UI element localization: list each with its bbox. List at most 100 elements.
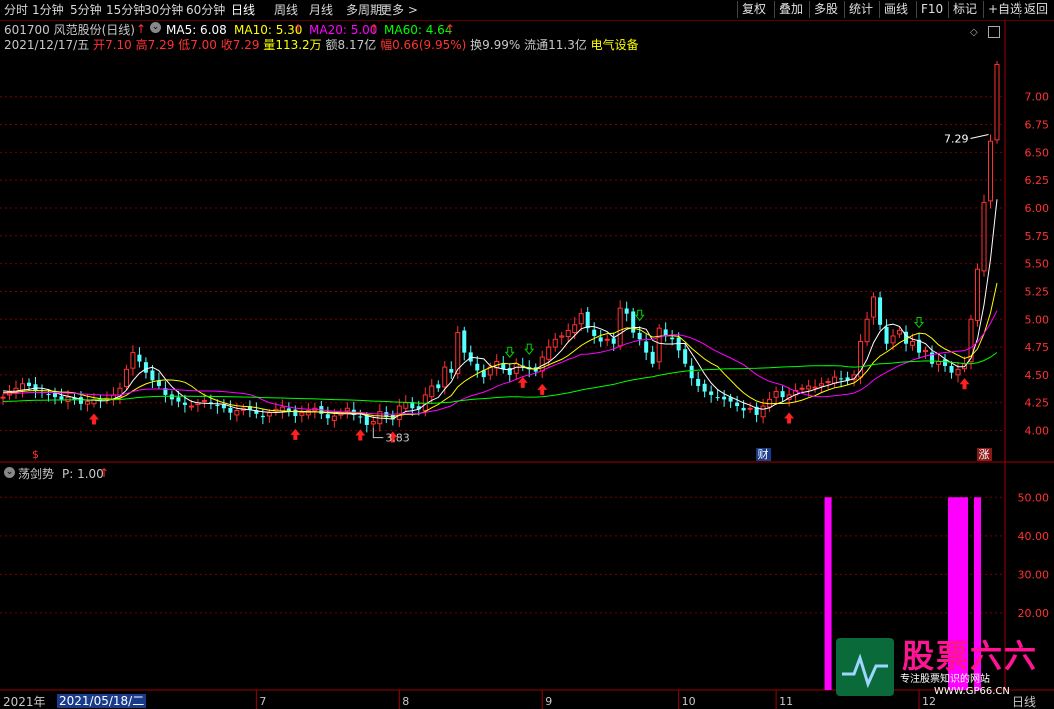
candle-body-62 [403, 402, 409, 409]
price-tick-12: 7.00 [1025, 91, 1050, 104]
logo-icon [836, 638, 894, 696]
candle-body-20 [130, 352, 136, 369]
candle-body-117 [760, 405, 766, 418]
candle-body-53 [344, 407, 350, 412]
candle-body-79 [513, 363, 519, 374]
candle-body-103 [670, 337, 675, 340]
price-tick-9: 6.25 [1025, 174, 1050, 187]
candle-body-124 [806, 385, 812, 390]
candle-body-8 [52, 393, 57, 398]
candle-body-65 [422, 394, 428, 412]
event-marker-1: 财 [758, 447, 769, 461]
price-tick-11: 6.75 [1025, 119, 1050, 132]
candle-body-109 [709, 391, 714, 395]
low-annotation-label: 3.83 [385, 432, 410, 445]
candle-body-66 [429, 385, 435, 398]
candle-body-95 [617, 307, 623, 347]
candle-body-111 [722, 396, 727, 400]
price-tick-0: 4.00 [1025, 425, 1050, 438]
candle-body-13 [84, 401, 90, 405]
candle-body-147 [955, 368, 961, 376]
candle-body-71 [462, 330, 467, 353]
candle-body-86 [559, 335, 565, 338]
candle-body-56 [364, 415, 369, 425]
low-annotation-line [372, 427, 384, 439]
candle-body-68 [442, 366, 448, 388]
watermark-url: WWW.GP66.CN [934, 686, 1010, 697]
candle-body-69 [449, 369, 454, 373]
price-tick-5: 5.25 [1025, 285, 1050, 298]
candle-body-107 [696, 378, 701, 387]
candle-body-101 [656, 327, 662, 363]
high-annotation-line [970, 133, 989, 139]
candle-body-120 [780, 391, 785, 398]
candle-body-3 [19, 383, 26, 391]
candle-body-90 [585, 311, 590, 329]
buy-arrow-icon-0 [88, 413, 99, 425]
buy-arrow-icon-6 [784, 412, 795, 424]
candle-body-21 [137, 354, 142, 362]
candle-body-55 [358, 416, 363, 418]
candle-body-137 [890, 335, 896, 344]
candle-body-10 [65, 396, 71, 403]
month-label-2: 9 [545, 695, 552, 708]
candle-body-5 [33, 384, 38, 391]
candle-body-100 [650, 351, 655, 364]
watermark-brand: 股票六六 [902, 637, 1039, 675]
candle-body-46 [299, 412, 305, 416]
candle-body-7 [46, 394, 51, 396]
candle-body-61 [396, 405, 402, 420]
kline-chart: 4.00 4.25 4.50 4.75 5.00 5.25 5.50 5.75 6.00 6.25… [0, 20, 1054, 709]
year-label: 2021年 [3, 695, 46, 709]
hist-tick-1: 30.00 [1018, 568, 1050, 581]
event-marker-2: 涨 [979, 448, 990, 461]
candle-body-153 [994, 63, 1000, 141]
sell-arrow-icon-0 [504, 346, 515, 358]
candle-body-84 [546, 346, 552, 360]
candle-body-138 [897, 329, 903, 335]
candle-body-135 [878, 297, 883, 325]
candle-body-115 [747, 407, 753, 410]
price-tick-10: 6.50 [1025, 146, 1050, 159]
candle-body-29 [188, 405, 194, 408]
candle-body-73 [475, 363, 480, 371]
price-tick-1: 4.25 [1025, 397, 1050, 410]
event-marker-0: $ [32, 448, 39, 461]
candle-body-4 [26, 382, 32, 387]
candle-body-88 [572, 324, 578, 333]
candle-body-140 [910, 341, 916, 346]
candle-body-33 [215, 404, 220, 407]
candle-body-12 [78, 397, 83, 404]
period-label: 日线 [1012, 695, 1037, 709]
candle-body-28 [182, 402, 187, 405]
candle-body-94 [611, 338, 616, 344]
candle-body-136 [884, 326, 889, 344]
candle-body-57 [370, 421, 376, 425]
candle-body-98 [637, 332, 642, 340]
candle-body-85 [552, 338, 558, 348]
candle-body-126 [819, 383, 825, 387]
candle-body-89 [578, 313, 584, 325]
candle-body-36 [234, 409, 240, 416]
candle-body-35 [228, 407, 233, 413]
price-tick-4: 5.00 [1025, 313, 1050, 326]
high-annotation-label: 7.29 [944, 132, 969, 145]
hist-bar-0 [824, 497, 832, 690]
price-tick-2: 4.50 [1025, 369, 1050, 382]
price-tick-6: 5.50 [1025, 258, 1050, 271]
candle-body-67 [436, 384, 441, 389]
candle-body-96 [624, 308, 629, 314]
candle-body-151 [981, 201, 987, 272]
candle-body-133 [864, 318, 870, 343]
candle-body-41 [266, 412, 272, 417]
candle-body-97 [631, 311, 636, 333]
candle-body-119 [773, 391, 779, 398]
candle-body-45 [293, 409, 298, 417]
candle-body-92 [598, 337, 603, 342]
ma20-line [2, 310, 998, 415]
hist-tick-0: 20.00 [1018, 607, 1050, 620]
buy-arrow-icon-7 [959, 378, 970, 390]
candle-body-99 [644, 341, 649, 353]
candle-body-9 [59, 396, 64, 400]
candle-body-123 [799, 387, 805, 390]
